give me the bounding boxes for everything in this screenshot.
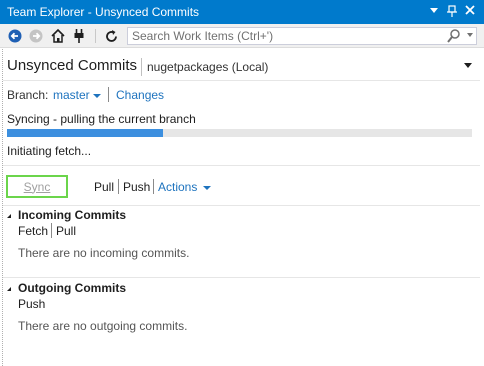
incoming-pull-link[interactable]: Pull <box>56 224 76 238</box>
changes-link[interactable]: Changes <box>116 88 164 102</box>
outgoing-empty-message: There are no outgoing commits. <box>18 319 188 333</box>
branch-label: Branch: <box>7 88 49 102</box>
title-divider <box>3 80 480 81</box>
toolbar-separator <box>95 29 96 43</box>
team-explorer-content: Unsynced Commits nugetpackages (Local) B… <box>0 49 484 366</box>
outgoing-collapse-icon[interactable] <box>7 287 11 291</box>
connect-plug-icon[interactable] <box>71 28 87 44</box>
sync-progress-bar <box>7 129 472 137</box>
back-arrow-icon[interactable] <box>7 28 23 44</box>
title-bar: Team Explorer - Unsynced Commits <box>0 0 484 24</box>
fetch-status-text: Initiating fetch... <box>7 144 92 158</box>
actions-chevron-down-icon[interactable] <box>203 186 211 190</box>
actions-divider <box>3 205 480 206</box>
link-separator <box>118 179 119 194</box>
link-separator <box>153 179 154 194</box>
branch-chevron-down-icon[interactable] <box>93 94 101 98</box>
repository-name: nugetpackages (Local) <box>147 60 269 74</box>
home-icon[interactable] <box>50 28 66 44</box>
page-title: Unsynced Commits <box>7 57 138 74</box>
branch-selector[interactable]: master <box>53 88 90 102</box>
search-work-items-box[interactable] <box>127 27 477 45</box>
incoming-collapse-icon[interactable] <box>7 214 11 218</box>
window-title: Team Explorer - Unsynced Commits <box>7 5 200 19</box>
incoming-commits-heading[interactable]: Incoming Commits <box>18 208 126 222</box>
toolbar <box>0 24 484 48</box>
title-separator <box>141 58 142 76</box>
sync-status-text: Syncing - pulling the current branch <box>7 112 196 126</box>
outgoing-commits-heading[interactable]: Outgoing Commits <box>18 281 126 295</box>
link-separator <box>51 223 52 238</box>
link-separator <box>108 87 109 102</box>
refresh-icon[interactable] <box>103 28 119 44</box>
pin-icon[interactable] <box>445 5 459 20</box>
left-border <box>2 49 3 366</box>
status-divider <box>3 165 480 166</box>
close-icon[interactable] <box>463 5 477 18</box>
window-dropdown-icon[interactable] <box>427 5 441 17</box>
outgoing-push-link[interactable]: Push <box>18 297 45 311</box>
actions-menu[interactable]: Actions <box>158 180 197 194</box>
pull-link[interactable]: Pull <box>94 180 114 194</box>
sync-progress-fill <box>7 129 163 137</box>
sync-button[interactable]: Sync <box>6 175 68 198</box>
page-menu-chevron-icon[interactable] <box>464 63 472 68</box>
push-link[interactable]: Push <box>123 180 150 194</box>
incoming-empty-message: There are no incoming commits. <box>18 246 190 260</box>
fetch-link[interactable]: Fetch <box>18 224 48 238</box>
forward-arrow-icon[interactable] <box>28 28 44 44</box>
section-divider <box>3 277 480 278</box>
search-icon[interactable] <box>447 29 460 46</box>
search-work-items-input[interactable] <box>132 29 432 43</box>
search-options-chevron-icon[interactable] <box>467 33 473 37</box>
